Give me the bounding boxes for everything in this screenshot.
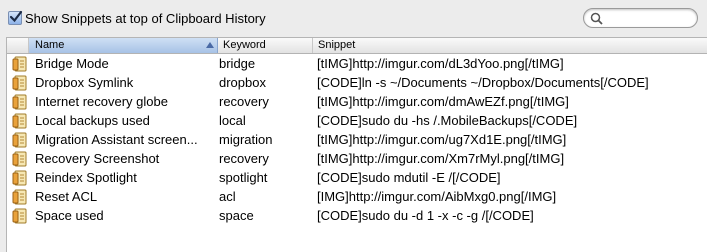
row-name: Reset ACL: [35, 189, 98, 204]
row-keyword: space: [219, 208, 254, 223]
row-snippet: [IMG]http://imgur.com/AibMxg0.png[/IMG]: [317, 189, 557, 204]
row-keyword: acl: [219, 189, 236, 204]
row-keyword: spotlight: [219, 170, 268, 185]
row-snippet: [tIMG]http://imgur.com/dL3dYoo.png[/tIMG…: [317, 56, 564, 71]
table-row[interactable]: Bridge Mode bridge [tIMG]http://imgur.com/…: [7, 54, 707, 73]
row-snippet: [CODE]sudo du -hs /.MobileBackups[/CODE]: [317, 113, 578, 128]
row-snippet: [tIMG]http://imgur.com/Xm7rMyl.png[/tIMG…: [317, 151, 565, 166]
column-header-keyword[interactable]: Keyword: [218, 38, 313, 53]
snippet-note-icon: [12, 132, 28, 148]
row-name: Internet recovery globe: [35, 94, 168, 109]
snippets-table: Name Keyword Snippet Bridge Mode bridge [t…: [6, 37, 707, 252]
snippet-note-icon: [12, 189, 28, 205]
row-name: Bridge Mode: [35, 56, 109, 71]
row-keyword: recovery: [219, 94, 269, 109]
row-snippet: [tIMG]http://imgur.com/dmAwEZf.png[/tIMG…: [317, 94, 569, 109]
snippet-note-icon: [12, 94, 28, 110]
row-name: Recovery Screenshot: [35, 151, 160, 166]
search-icon: [590, 12, 603, 25]
snippet-note-icon: [12, 208, 28, 224]
table-row[interactable]: Local backups used local [CODE]sudo du -hs…: [7, 111, 707, 130]
table-row[interactable]: Recovery Screenshot recovery [tIMG]http://…: [7, 149, 707, 168]
row-snippet: [CODE]sudo mdutil -E /[/CODE]: [317, 170, 501, 185]
row-snippet: [CODE]ln -s ~/Documents ~/Dropbox/Docume…: [317, 75, 649, 90]
row-keyword: bridge: [219, 56, 256, 71]
table-row[interactable]: Migration Assistant screen... migration [t…: [7, 130, 707, 149]
table-row[interactable]: Space used space [CODE]sudo du -d 1 -x -c …: [7, 206, 707, 225]
column-header-snippet-label: Snippet: [318, 39, 356, 51]
show-snippets-checkbox[interactable]: [8, 10, 23, 25]
row-snippet: [CODE]sudo du -d 1 -x -c -g /[/CODE]: [317, 208, 534, 223]
row-keyword: migration: [219, 132, 273, 147]
row-keyword: local: [219, 113, 246, 128]
table-header: Name Keyword Snippet: [7, 38, 707, 54]
column-header-icon[interactable]: [7, 38, 29, 53]
show-snippets-label: Show Snippets at top of Clipboard Histor…: [25, 11, 266, 26]
column-header-name[interactable]: Name: [29, 38, 218, 53]
toolbar: Show Snippets at top of Clipboard Histor…: [0, 0, 707, 37]
row-name: Migration Assistant screen...: [35, 132, 198, 147]
column-header-name-label: Name: [35, 39, 65, 51]
column-header-keyword-label: Keyword: [223, 39, 266, 51]
search-input[interactable]: [606, 11, 691, 25]
sort-ascending-icon: [206, 42, 214, 48]
snippet-note-icon: [12, 170, 28, 186]
table-row[interactable]: Internet recovery globe recovery [tIMG]htt…: [7, 92, 707, 111]
table-row[interactable]: Reindex Spotlight spotlight [CODE]sudo mdu…: [7, 168, 707, 187]
table-row[interactable]: Dropbox Symlink dropbox [CODE]ln -s ~/Docu…: [7, 73, 707, 92]
snippet-note-icon: [12, 56, 28, 72]
search-field[interactable]: [583, 8, 698, 28]
table-row[interactable]: Reset ACL acl [IMG]http://imgur.com/AibMxg…: [7, 187, 707, 206]
table-body: Bridge Mode bridge [tIMG]http://imgur.com/…: [7, 54, 707, 225]
row-keyword: recovery: [219, 151, 269, 166]
snippet-note-icon: [12, 113, 28, 129]
row-name: Space used: [35, 208, 104, 223]
snippet-note-icon: [12, 151, 28, 167]
row-snippet: [tIMG]http://imgur.com/ug7Xd1E.png[/tIMG…: [317, 132, 567, 147]
row-name: Dropbox Symlink: [35, 75, 134, 90]
row-name: Reindex Spotlight: [35, 170, 137, 185]
row-name: Local backups used: [35, 113, 150, 128]
row-keyword: dropbox: [219, 75, 266, 90]
column-header-snippet[interactable]: Snippet: [313, 38, 707, 53]
snippet-note-icon: [12, 75, 28, 91]
checkmark-icon: [9, 10, 23, 23]
